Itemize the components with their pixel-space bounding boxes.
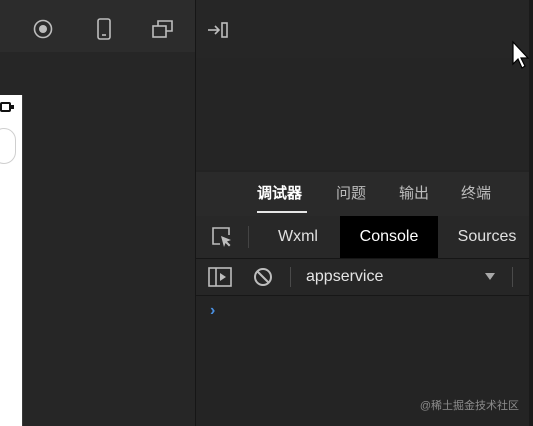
tab-output[interactable]: 输出: [399, 172, 429, 216]
tab-terminal[interactable]: 终端: [461, 172, 491, 216]
console-toolbar: appservice: [196, 259, 529, 296]
dock-right-icon[interactable]: [205, 19, 231, 41]
toolbar-separator: [248, 226, 249, 248]
tab-sources[interactable]: Sources: [446, 216, 528, 258]
simulator-area: [0, 52, 195, 426]
simulator-round-button: [0, 128, 16, 164]
tab-console[interactable]: Console: [340, 216, 438, 258]
tab-problems[interactable]: 问题: [336, 172, 366, 216]
debugger-tabbar: 调试器 问题 输出 终端: [196, 172, 529, 217]
console-prompt[interactable]: ›: [210, 302, 215, 320]
active-tab-underline: [257, 211, 307, 213]
window-icon[interactable]: [151, 18, 175, 40]
chevron-down-icon[interactable]: [485, 273, 495, 280]
toolbar-separator: [512, 267, 513, 287]
mouse-cursor-icon: [511, 40, 531, 70]
devtools-tabbar: Wxml Console Sources: [196, 216, 529, 259]
stop-circle-icon[interactable]: [32, 18, 54, 40]
editor-toolbar: [196, 0, 533, 58]
capsule-icon: [0, 100, 14, 114]
watermark: @稀土掘金技术社区: [419, 400, 519, 412]
show-sidebar-icon[interactable]: [208, 266, 232, 288]
context-select[interactable]: appservice: [306, 259, 383, 295]
tab-debugger[interactable]: 调试器: [257, 172, 302, 216]
toolbar-separator: [290, 267, 291, 287]
tab-wxml[interactable]: Wxml: [266, 216, 330, 258]
inspect-element-icon[interactable]: [210, 226, 234, 248]
window-edge: [529, 0, 533, 426]
phone-icon[interactable]: [93, 17, 115, 41]
editor-area: [196, 58, 533, 170]
clear-console-icon[interactable]: [252, 266, 274, 288]
